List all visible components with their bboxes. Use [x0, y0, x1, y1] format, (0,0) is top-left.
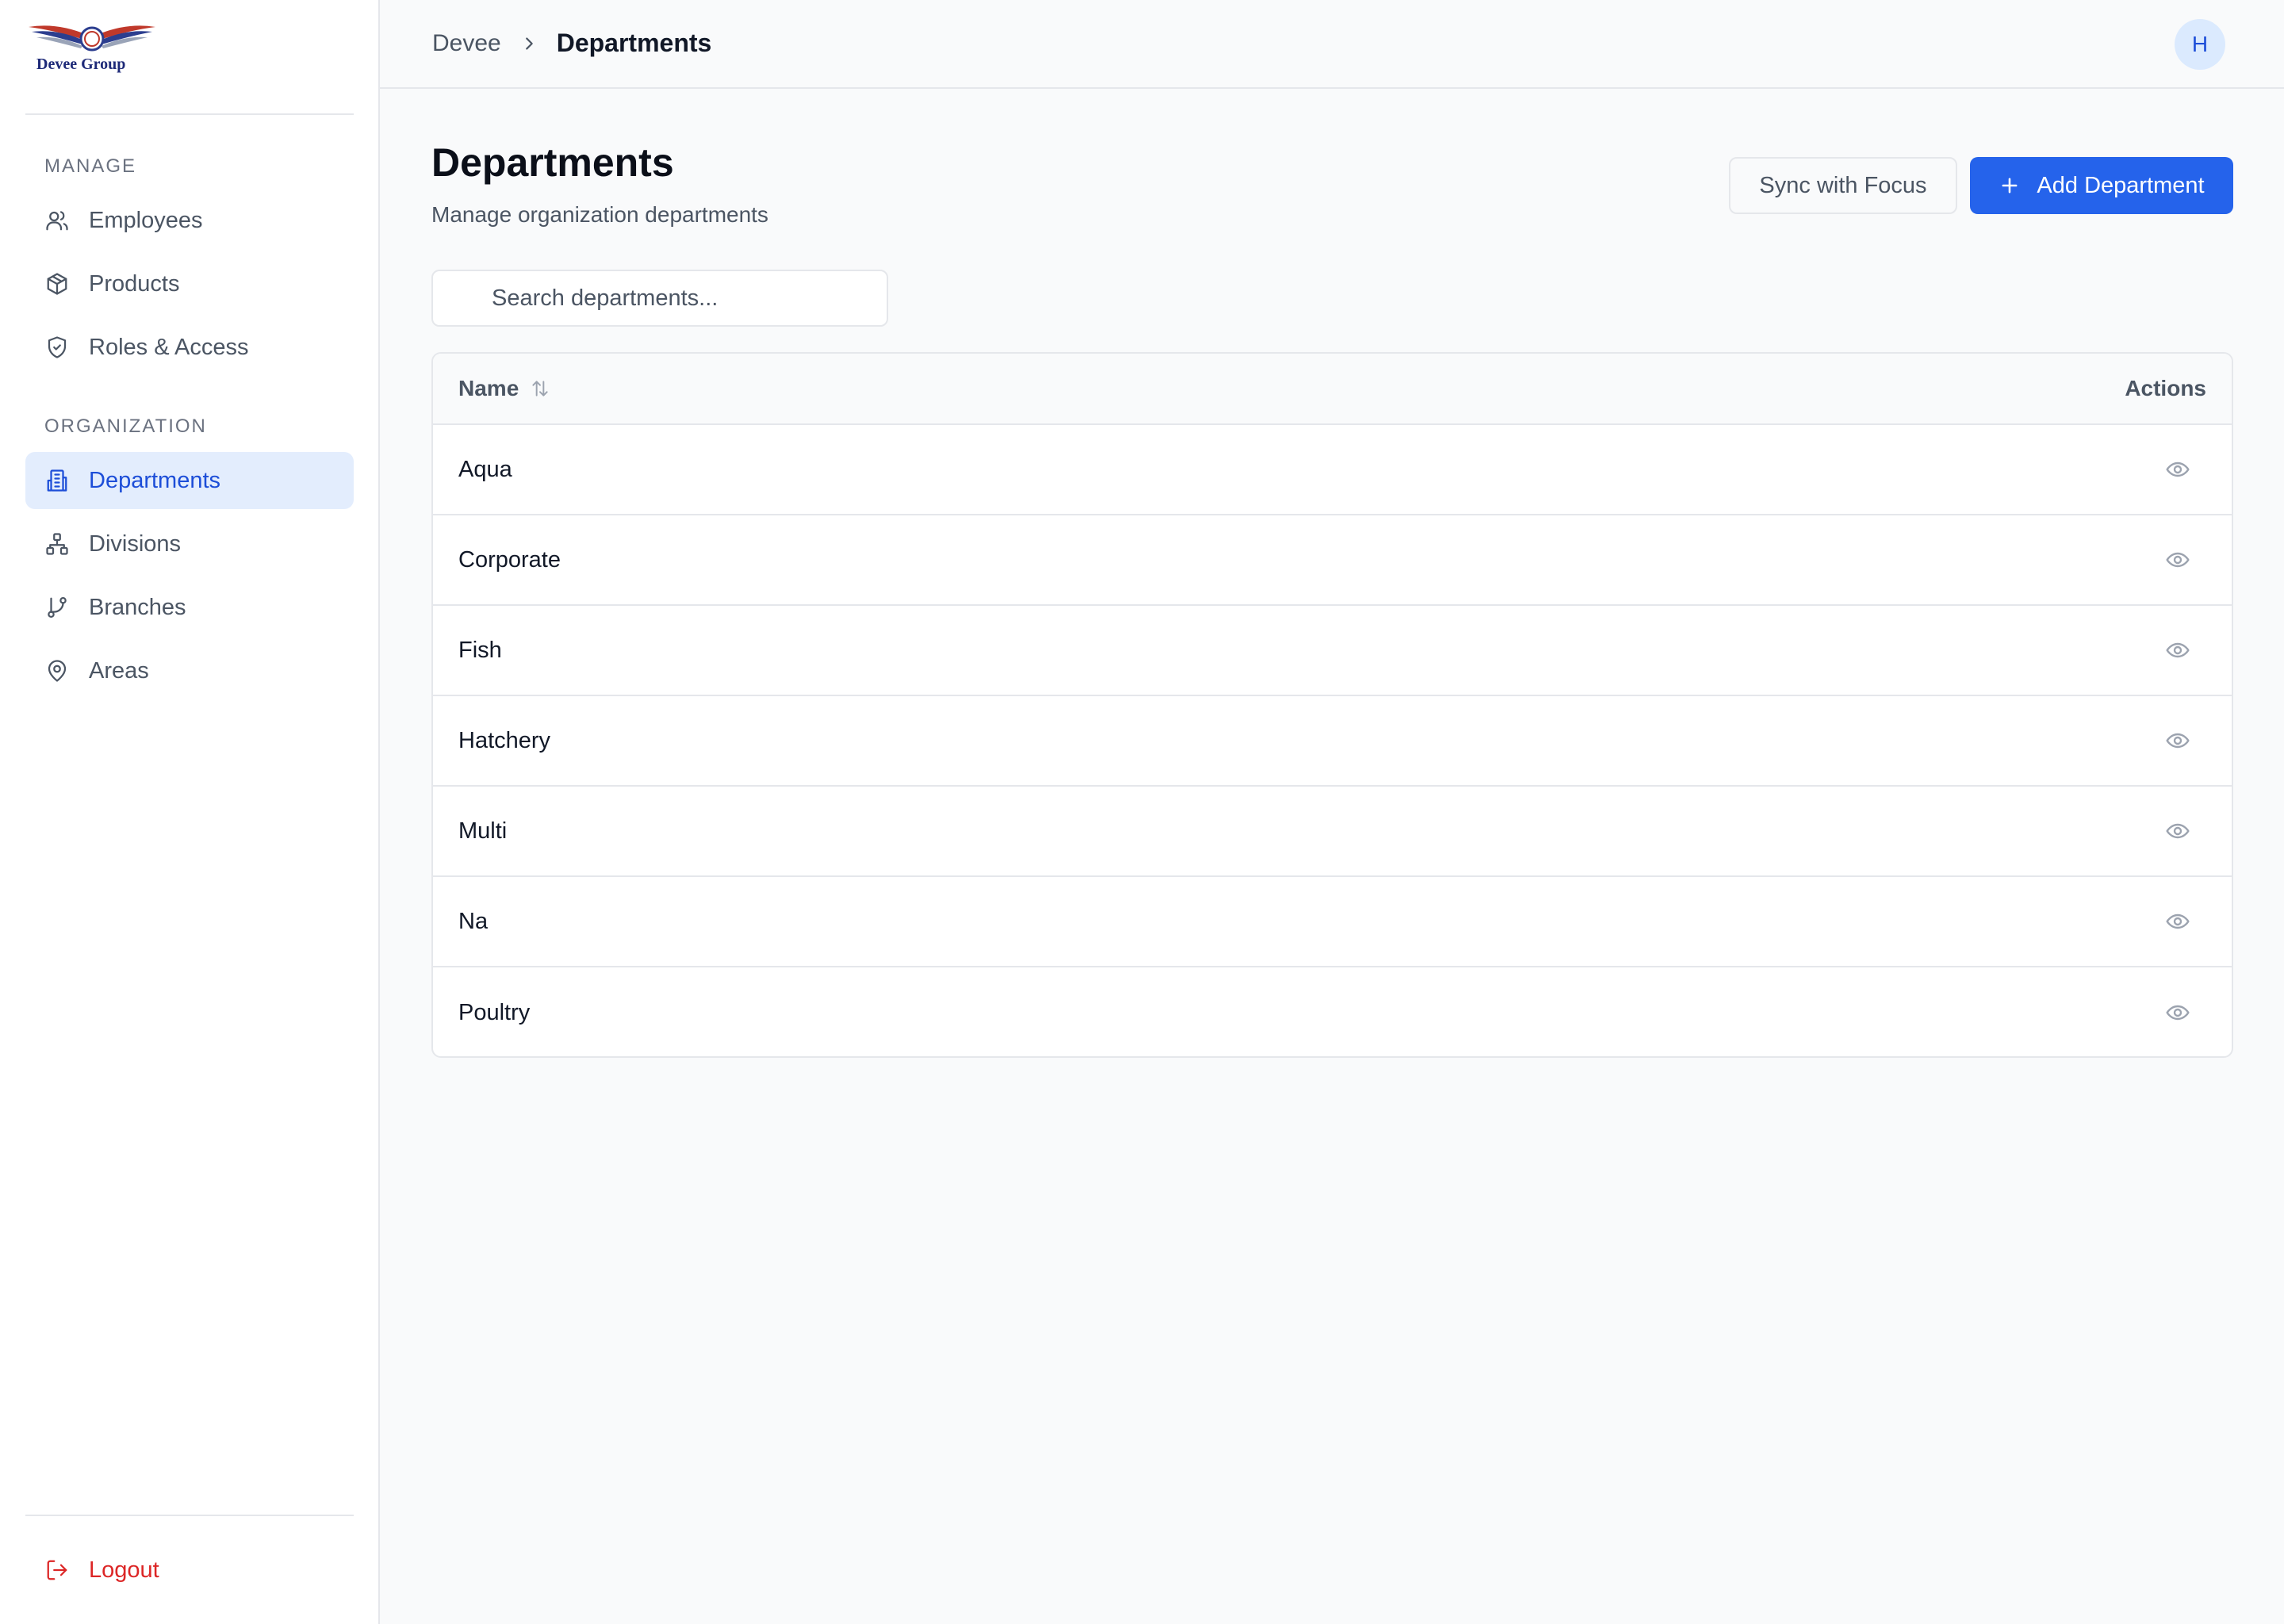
building-icon: [44, 468, 70, 493]
logout-button[interactable]: Logout: [25, 1542, 354, 1599]
chevron-right-icon: [520, 35, 538, 52]
eye-icon[interactable]: [2162, 815, 2194, 847]
add-department-button[interactable]: Add Department: [1970, 157, 2233, 214]
table-row: Poultry: [433, 967, 2232, 1056]
department-name: Fish: [458, 637, 502, 663]
sidebar-item-employees[interactable]: Employees: [25, 192, 354, 249]
column-header-actions: Actions: [2125, 376, 2206, 400]
search-input[interactable]: [431, 270, 888, 327]
table-row: Multi: [433, 787, 2232, 877]
top-bar: Devee Departments H: [380, 0, 2284, 89]
column-header-name[interactable]: Name: [458, 376, 550, 401]
table-row: Corporate: [433, 515, 2232, 606]
logout-label: Logout: [89, 1557, 159, 1583]
department-name: Poultry: [458, 999, 531, 1025]
sidebar-item-products[interactable]: Products: [25, 255, 354, 312]
map-pin-icon: [44, 658, 70, 684]
sidebar-divider: [25, 113, 354, 115]
sidebar-item-branches[interactable]: Branches: [25, 579, 354, 636]
brand-name: Devee Group: [36, 56, 126, 73]
avatar[interactable]: H: [2175, 19, 2225, 70]
logo-wings-icon: [29, 25, 155, 52]
table-row: Hatchery: [433, 696, 2232, 787]
sidebar-item-label: Roles & Access: [89, 334, 249, 360]
departments-table: Name Actions Aqua Corporate Fish Hatcher…: [431, 352, 2233, 1058]
table-header: Name Actions: [433, 354, 2232, 425]
package-icon: [44, 271, 70, 297]
department-name: Aqua: [458, 456, 512, 482]
sidebar-item-divisions[interactable]: Divisions: [25, 515, 354, 573]
sort-icon: [530, 378, 550, 399]
table-row: Na: [433, 877, 2232, 967]
shield-icon: [44, 335, 70, 360]
breadcrumb-current: Departments: [556, 29, 712, 57]
eye-icon[interactable]: [2162, 725, 2194, 756]
page-title: Departments: [431, 140, 674, 185]
sidebar-item-departments[interactable]: Departments: [25, 452, 354, 509]
department-name: Corporate: [458, 546, 561, 573]
git-branch-icon: [44, 595, 70, 620]
page-subtitle: Manage organization departments: [431, 202, 768, 227]
sidebar-item-label: Branches: [89, 594, 186, 620]
section-label-organization: ORGANIZATION: [44, 416, 207, 437]
sidebar-item-label: Products: [89, 270, 180, 297]
eye-icon[interactable]: [2162, 544, 2194, 576]
eye-icon[interactable]: [2162, 906, 2194, 937]
logout-icon: [44, 1557, 70, 1583]
section-label-manage: MANAGE: [44, 155, 137, 177]
plus-icon: [1998, 174, 2021, 197]
table-row: Aqua: [433, 425, 2232, 515]
breadcrumb-root-link[interactable]: Devee: [432, 30, 501, 57]
eye-icon[interactable]: [2162, 454, 2194, 485]
column-header-name-label: Name: [458, 376, 519, 400]
users-icon: [44, 208, 70, 233]
eye-icon[interactable]: [2162, 997, 2194, 1028]
breadcrumb: Devee Departments: [432, 29, 711, 58]
sidebar-item-label: Departments: [89, 467, 221, 493]
department-name: Hatchery: [458, 727, 551, 753]
sync-with-focus-button[interactable]: Sync with Focus: [1729, 157, 1957, 214]
sidebar-divider: [25, 1515, 354, 1516]
sidebar-item-label: Areas: [89, 657, 149, 684]
brand-logo[interactable]: Devee Group: [25, 21, 159, 78]
sidebar-item-label: Divisions: [89, 530, 182, 557]
sidebar-item-label: Employees: [89, 207, 203, 233]
sidebar-item-roles-access[interactable]: Roles & Access: [25, 319, 354, 376]
department-name: Multi: [458, 818, 508, 844]
network-icon: [44, 531, 70, 557]
table-row: Fish: [433, 606, 2232, 696]
sidebar-item-areas[interactable]: Areas: [25, 642, 354, 699]
department-name: Na: [458, 908, 489, 934]
sidebar: Devee Group MANAGE Employees Products Ro…: [0, 0, 380, 1624]
add-department-label: Add Department: [2037, 172, 2205, 198]
eye-icon[interactable]: [2162, 634, 2194, 666]
